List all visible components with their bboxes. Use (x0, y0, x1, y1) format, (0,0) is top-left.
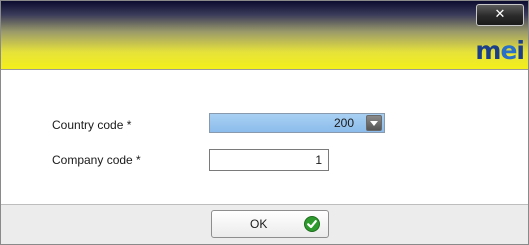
checkmark-icon (304, 216, 320, 232)
close-icon: ✕ (494, 7, 506, 22)
country-code-value: 200 (333, 116, 354, 130)
company-code-input[interactable] (209, 149, 329, 171)
form-body: Country code * 200 Company code * (1, 70, 528, 204)
dialog-footer: OK (1, 204, 528, 244)
ok-button[interactable]: OK (211, 210, 329, 238)
close-button[interactable]: ✕ (476, 4, 524, 26)
country-code-dropdown[interactable]: 200 (209, 113, 385, 133)
country-code-label: Country code * (52, 118, 132, 132)
chevron-down-icon[interactable] (366, 115, 382, 131)
company-code-label: Company code * (52, 153, 141, 167)
ok-button-label: OK (250, 217, 268, 231)
dialog-header: ✕ mei (1, 1, 528, 70)
dialog-window: ✕ mei Country code * 200 Company code * … (0, 0, 529, 245)
mei-logo: mei (475, 36, 525, 65)
